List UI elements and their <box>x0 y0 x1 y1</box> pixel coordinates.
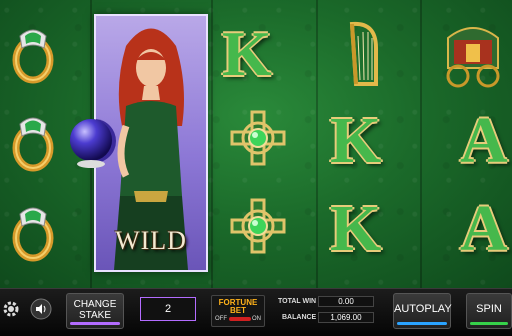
celtic-cross-symbol <box>230 110 286 166</box>
letter-a-symbol: A <box>460 104 508 177</box>
spin-label: SPIN <box>476 303 502 315</box>
gypsy-wagon-symbol <box>446 27 500 88</box>
fortune-switch-track <box>228 317 251 321</box>
fortune-on-label: ON <box>252 316 261 322</box>
letter-k-symbol: K <box>330 104 382 177</box>
change-stake-button[interactable]: CHANGE STAKE <box>66 293 124 329</box>
speaker-icon[interactable] <box>30 298 52 320</box>
letter-k-symbol: K <box>222 18 272 89</box>
wild-label: WILD <box>115 226 187 255</box>
letter-k-symbol: K <box>330 192 382 265</box>
balance-value: 1,069.00 <box>318 312 374 323</box>
total-win-value: 0.00 <box>318 296 374 307</box>
fortune-off-label: OFF <box>215 316 227 322</box>
control-bar: CHANGE STAKE 2 FORTUNE BET OFF ON TOTAL … <box>0 288 512 336</box>
ring-symbol <box>10 110 56 172</box>
spin-button[interactable]: SPIN <box>466 293 512 329</box>
harp-symbol <box>349 21 378 86</box>
autoplay-label: AUTOPLAY <box>394 303 452 315</box>
stake-value-display: 2 <box>140 297 196 321</box>
fortune-bet-label-2: BET <box>230 306 246 315</box>
reel-divider <box>420 0 422 288</box>
spin-underline <box>470 322 508 325</box>
total-win-label: TOTAL WIN <box>278 298 317 305</box>
fortune-bet-switch: OFF ON <box>215 315 261 323</box>
reel-area: WILD K K K A A <box>0 0 512 288</box>
change-stake-label-2: STAKE <box>78 310 112 321</box>
reel-divider <box>316 0 318 288</box>
change-stake-underline <box>70 322 120 325</box>
balance-label: BALANCE <box>282 314 317 321</box>
gear-icon[interactable] <box>0 298 22 320</box>
fortune-bet-toggle[interactable]: FORTUNE BET OFF ON <box>211 295 265 327</box>
change-stake-label-1: CHANGE <box>73 299 117 310</box>
celtic-cross-symbol <box>230 198 286 254</box>
crystal-ball-icon <box>70 119 112 168</box>
ring-symbol <box>10 200 56 262</box>
autoplay-underline <box>397 322 447 325</box>
letter-a-symbol: A <box>460 192 508 265</box>
reel-divider <box>211 0 213 288</box>
ring-symbol <box>10 22 56 84</box>
autoplay-button[interactable]: AUTOPLAY <box>393 293 452 329</box>
